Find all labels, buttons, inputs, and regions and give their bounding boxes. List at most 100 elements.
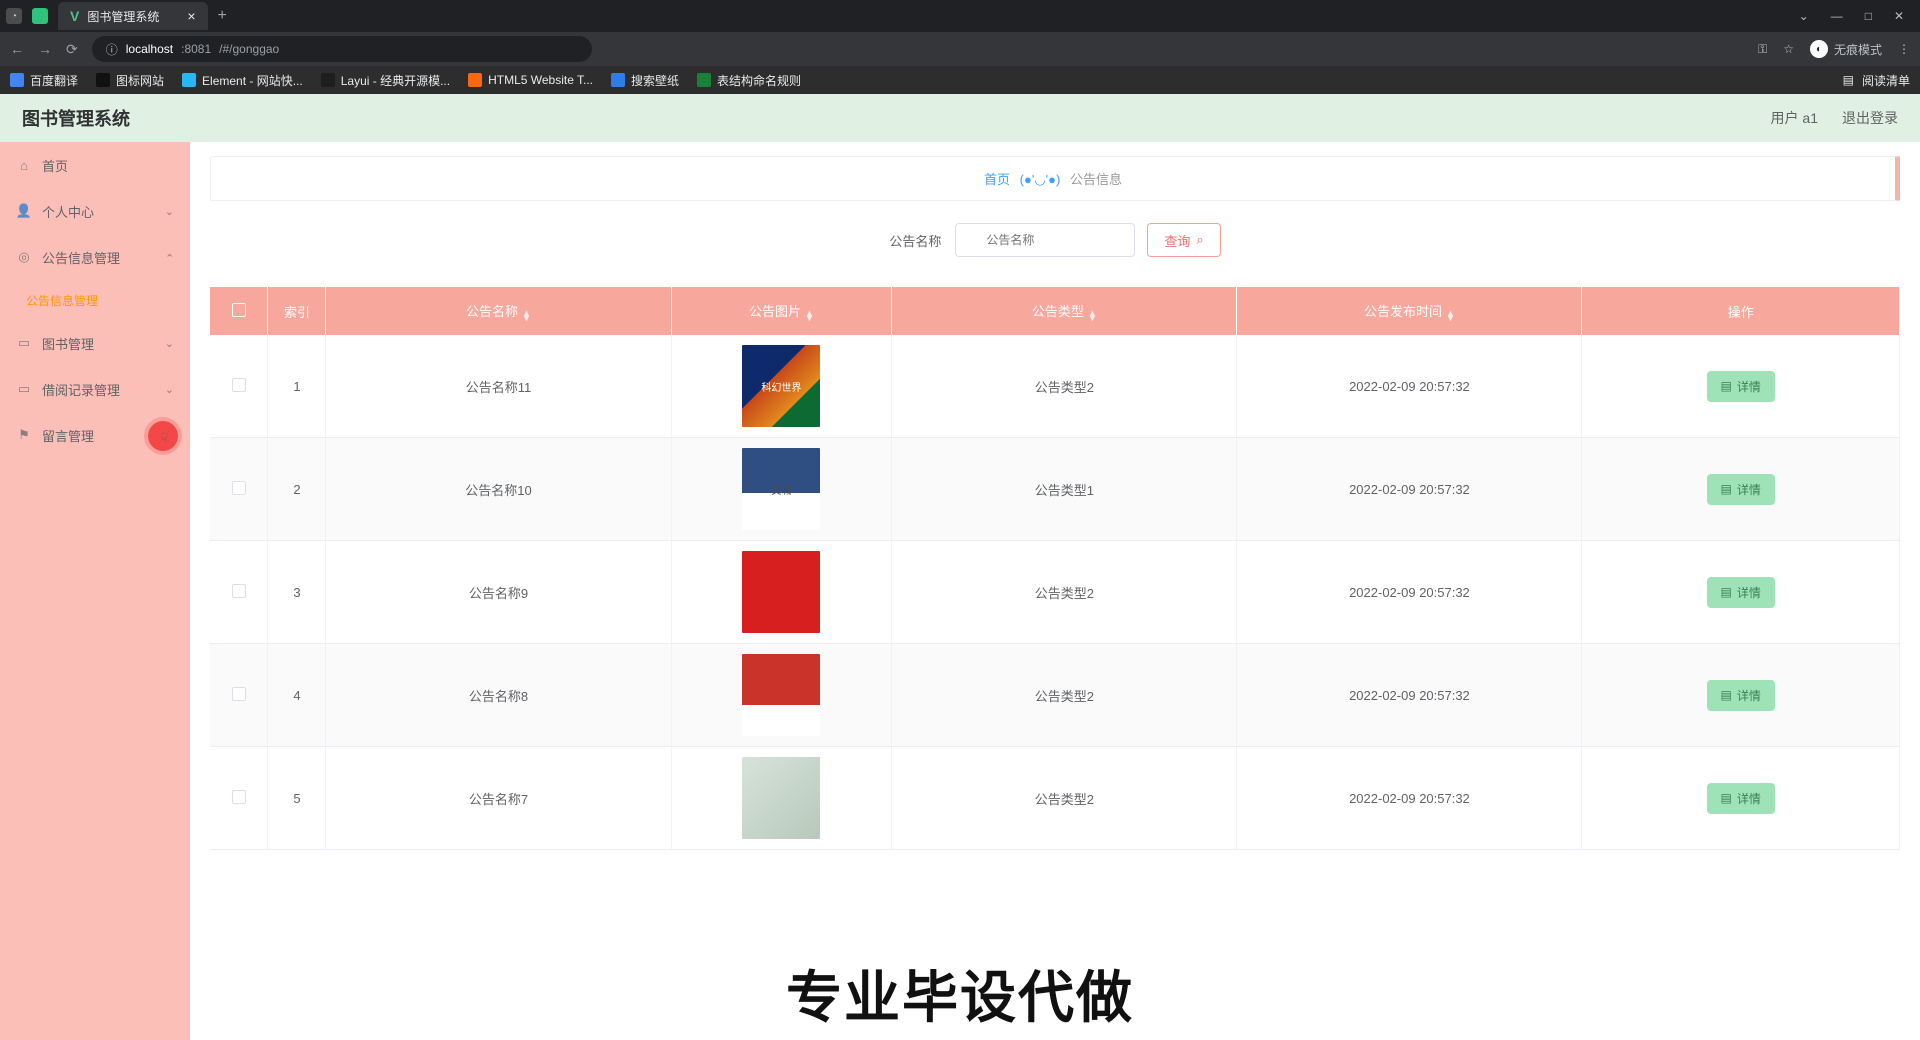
browser-menu-icon[interactable]: ⋮: [1898, 42, 1910, 56]
app-header: 图书管理系统 用户 a1 退出登录: [0, 94, 1920, 142]
row-time: 2022-02-09 20:57:32: [1237, 438, 1582, 541]
col-name[interactable]: 公告名称▲▼: [326, 287, 671, 335]
url-field[interactable]: ⓘ localhost:8081/#/gonggao: [92, 36, 592, 62]
col-type[interactable]: 公告类型▲▼: [892, 287, 1237, 335]
detail-button[interactable]: ▤详情: [1707, 371, 1775, 402]
row-checkbox[interactable]: [210, 335, 268, 438]
favicon: [10, 73, 24, 87]
row-checkbox[interactable]: [210, 747, 268, 850]
bookmark-item[interactable]: 表结构命名规则: [697, 72, 801, 89]
favicon: [321, 73, 335, 87]
bookmark-label: 百度翻译: [30, 72, 78, 89]
table-row: 3公告名称9公告类型22022-02-09 20:57:32▤详情: [210, 541, 1900, 644]
sidebar-item-5[interactable]: ⚑留言管理☟: [0, 412, 190, 458]
thumbnail[interactable]: 文城: [742, 448, 820, 530]
close-window-icon[interactable]: ✕: [1894, 9, 1904, 23]
breadcrumb-home[interactable]: 首页: [984, 172, 1010, 187]
app-icon-1: ◔: [6, 8, 22, 24]
minimize-icon[interactable]: —: [1831, 9, 1843, 23]
list-icon: ▤: [1721, 585, 1732, 599]
bookmark-item[interactable]: 百度翻译: [10, 72, 78, 89]
star-icon[interactable]: ☆: [1783, 42, 1794, 56]
search-input[interactable]: [955, 223, 1135, 257]
sidebar-item-3[interactable]: ▭图书管理⌄: [0, 320, 190, 366]
search-row: 公告名称 ⌕ 查询 ⌕: [210, 223, 1900, 257]
bookmark-item[interactable]: 图标网站: [96, 72, 164, 89]
sidebar-item-2[interactable]: ◎公告信息管理⌄: [0, 234, 190, 280]
col-checkbox[interactable]: [210, 287, 268, 335]
detail-button[interactable]: ▤详情: [1707, 783, 1775, 814]
app-title: 图书管理系统: [22, 105, 130, 131]
row-index: 3: [268, 541, 326, 644]
row-op: ▤详情: [1582, 335, 1900, 438]
row-image: [671, 644, 892, 747]
row-time: 2022-02-09 20:57:32: [1237, 335, 1582, 438]
menu-label: 公告信息管理: [42, 248, 120, 267]
bookmark-item[interactable]: Element - 网站快...: [182, 72, 303, 89]
sidebar-item-4[interactable]: ▭借阅记录管理⌄: [0, 366, 190, 412]
back-icon[interactable]: ←: [10, 41, 24, 57]
menu-icon: ⌂: [16, 158, 32, 173]
col-operation: 操作: [1582, 287, 1900, 335]
bookmark-item[interactable]: Layui - 经典开源模...: [321, 72, 450, 89]
menu-label: 留言管理: [42, 426, 94, 445]
key-icon[interactable]: ⚿: [1758, 42, 1767, 57]
menu-icon: ▭: [16, 381, 32, 397]
table-row: 4公告名称8 公告类型22022-02-09 20:57:32 ▤详情: [210, 644, 1900, 747]
row-index: 4: [268, 644, 326, 747]
detail-button[interactable]: ▤详情: [1707, 474, 1775, 505]
row-index: 5: [268, 747, 326, 850]
chevron-down-icon: ⌄: [165, 337, 174, 350]
detail-button[interactable]: ▤详情: [1707, 680, 1775, 711]
col-time[interactable]: 公告发布时间▲▼: [1237, 287, 1582, 335]
chevron-down-icon[interactable]: ⌄: [1799, 9, 1809, 23]
logout-link[interactable]: 退出登录: [1842, 108, 1898, 128]
row-type: 公告类型2: [892, 335, 1237, 438]
thumbnail[interactable]: [742, 654, 820, 736]
favicon: [96, 73, 110, 87]
bookmark-label: HTML5 Website T...: [488, 73, 593, 87]
row-checkbox[interactable]: [210, 541, 268, 644]
row-op: ▤详情: [1582, 438, 1900, 541]
row-time: 2022-02-09 20:57:32: [1237, 644, 1582, 747]
tab-bar: ◔ V 图书管理系统 × + ⌄ — □ ✕: [0, 0, 1920, 32]
row-type: 公告类型2: [892, 541, 1237, 644]
col-index[interactable]: 索引: [268, 287, 326, 335]
query-button[interactable]: 查询 ⌕: [1147, 223, 1220, 257]
sort-icon: ▲▼: [1088, 311, 1097, 321]
row-checkbox[interactable]: [210, 438, 268, 541]
bookmark-item[interactable]: 搜索壁纸: [611, 72, 679, 89]
bookmark-label: 表结构命名规则: [717, 72, 801, 89]
url-port: :8081: [181, 42, 211, 56]
row-type: 公告类型1: [892, 438, 1237, 541]
notice-table: 索引 公告名称▲▼ 公告图片▲▼ 公告类型▲▼ 公告发布时间▲▼ 操作 1公告名…: [210, 287, 1900, 850]
sidebar-subitem-active[interactable]: 公告信息管理: [0, 280, 190, 320]
row-name: 公告名称8: [326, 644, 671, 747]
detail-button[interactable]: ▤详情: [1707, 577, 1775, 608]
sidebar-item-1[interactable]: 👤个人中心⌄: [0, 188, 190, 234]
tab-close-icon[interactable]: ×: [187, 8, 195, 24]
window-controls: ⌄ — □ ✕: [1799, 9, 1914, 23]
row-checkbox[interactable]: [210, 644, 268, 747]
menu-label: 借阅记录管理: [42, 380, 120, 399]
reload-icon[interactable]: ⟳: [66, 41, 78, 58]
row-type: 公告类型2: [892, 644, 1237, 747]
user-label[interactable]: 用户 a1: [1771, 108, 1818, 128]
reading-list-label[interactable]: 阅读清单: [1862, 72, 1910, 89]
row-time: 2022-02-09 20:57:32: [1237, 747, 1582, 850]
sort-icon: ▲▼: [1446, 311, 1455, 321]
breadcrumb: 首页 (●'◡'●) 公告信息: [210, 156, 1900, 201]
thumbnail[interactable]: 科幻世界: [742, 345, 820, 427]
row-image: 科幻世界: [671, 335, 892, 438]
sidebar-item-0[interactable]: ⌂首页: [0, 142, 190, 188]
forward-icon[interactable]: →: [38, 41, 52, 57]
new-tab-button[interactable]: +: [218, 7, 227, 25]
reading-list-icon[interactable]: ▤: [1843, 73, 1854, 87]
col-image[interactable]: 公告图片▲▼: [671, 287, 892, 335]
browser-tab[interactable]: V 图书管理系统 ×: [58, 2, 208, 30]
maximize-icon[interactable]: □: [1865, 9, 1872, 23]
thumbnail[interactable]: [742, 757, 820, 839]
bookmark-item[interactable]: HTML5 Website T...: [468, 72, 593, 89]
bookmark-label: 搜索壁纸: [631, 72, 679, 89]
thumbnail[interactable]: [742, 551, 820, 633]
